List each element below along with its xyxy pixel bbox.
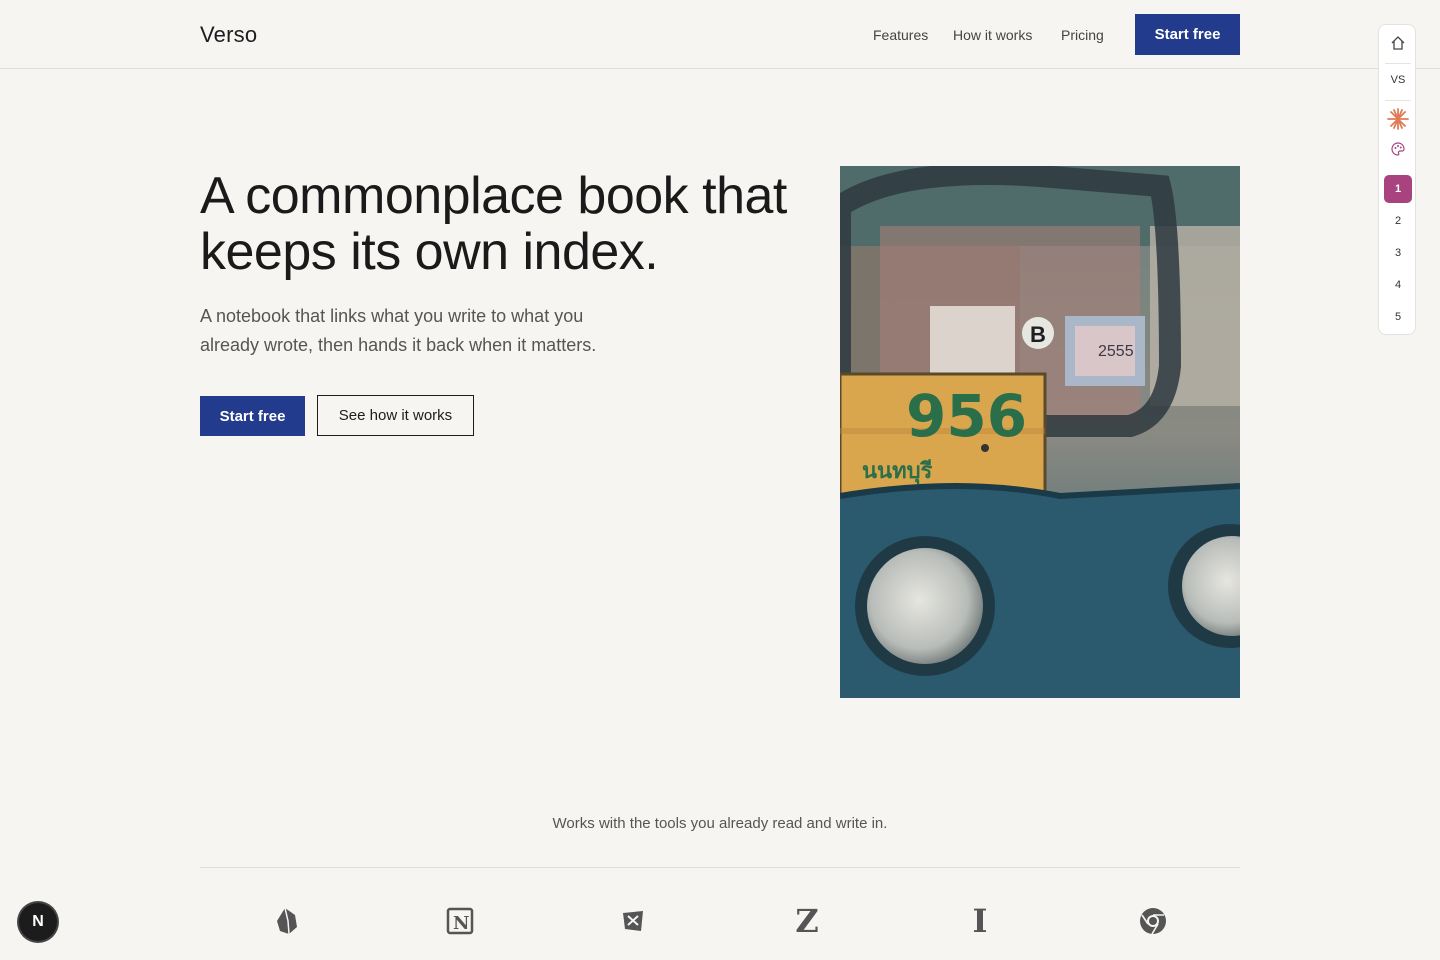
see-how-it-works-button[interactable]: See how it works [317, 395, 474, 436]
page-3-button[interactable]: 3 [1384, 239, 1412, 267]
nav-how-it-works[interactable]: How it works [953, 27, 1032, 43]
page-4-button[interactable]: 4 [1384, 271, 1412, 299]
notion-icon: N [444, 905, 476, 937]
nav-pricing[interactable]: Pricing [1061, 27, 1104, 43]
home-icon[interactable] [1384, 29, 1412, 57]
plate-script: นนทบุรี [862, 459, 933, 485]
sticker-letter: B [1030, 322, 1046, 347]
page-1-button[interactable]: 1 [1384, 175, 1412, 203]
hero-headline: A commonplace book that keeps its own in… [200, 167, 787, 281]
page-5-button[interactable]: 5 [1384, 303, 1412, 331]
instapaper-icon: I [964, 902, 996, 940]
sticker-number: 2555 [1098, 343, 1134, 360]
sparkle-icon[interactable] [1384, 105, 1412, 133]
plate-number: 956 [906, 382, 1027, 450]
hero-subhead: A notebook that links what you write to … [200, 306, 597, 355]
zotero-icon: Z [791, 902, 823, 940]
notion-glyph: N [453, 913, 469, 934]
vs-button[interactable]: VS [1384, 66, 1412, 94]
toolbar-separator [1385, 100, 1411, 101]
page-2-button[interactable]: 2 [1384, 207, 1412, 235]
zotero-glyph: Z [795, 902, 819, 940]
obsidian-icon [271, 905, 303, 937]
toolbar-separator [1385, 63, 1411, 64]
instapaper-glyph: I [972, 902, 988, 940]
right-toolbar: VS 1 2 3 4 5 [1378, 24, 1416, 335]
chrome-icon [1137, 905, 1169, 937]
hero-photo: 2555 B 956 นนทบุรี [840, 166, 1240, 698]
tools-caption: Works with the tools you already read an… [552, 815, 888, 832]
logo[interactable]: Verso [200, 22, 257, 48]
tools-divider [200, 867, 1240, 868]
tuk-tuk-illustration: 2555 B 956 นนทบุรี [840, 166, 1240, 698]
header-start-free-button[interactable]: Start free [1135, 14, 1240, 55]
hero-start-free-button[interactable]: Start free [200, 396, 305, 436]
top-header: Verso Features How it works Pricing Star… [0, 0, 1440, 69]
palette-icon[interactable] [1384, 135, 1412, 163]
dev-tools-badge[interactable]: N [19, 903, 57, 941]
readwise-icon [617, 905, 649, 937]
nav-features[interactable]: Features [873, 27, 928, 43]
